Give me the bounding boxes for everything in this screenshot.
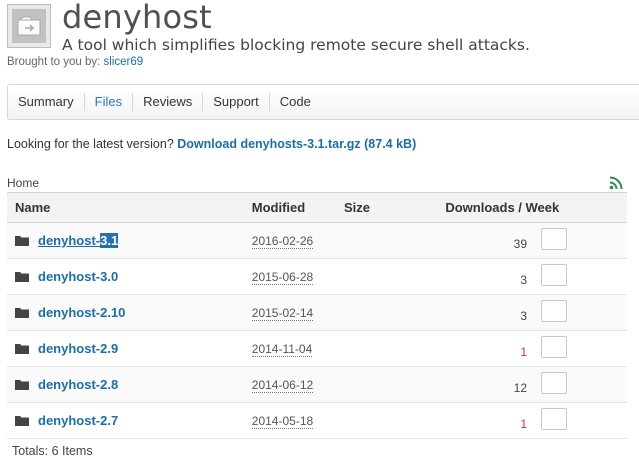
modified-date: 2014-05-18 <box>251 414 314 429</box>
folder-link[interactable]: denyhost-2.7 <box>38 413 118 428</box>
size-cell <box>343 222 446 259</box>
files-table: Name Modified Size Downloads / Week deny… <box>7 192 627 439</box>
modified-cell: 2015-02-14 <box>251 294 344 331</box>
brought-by-label: Brought to you by: <box>7 56 101 68</box>
column-header-downloads[interactable]: Downloads / Week <box>445 192 627 223</box>
folder-icon <box>15 344 29 354</box>
downloads-cell: 12 <box>445 366 627 403</box>
table-row[interactable]: denyhost-3.1 2016-02-26 39 <box>7 222 627 259</box>
downloads-cell: 1 <box>445 330 627 367</box>
downloads-sparkline-box[interactable] <box>541 408 568 430</box>
downloads-cell: 39 <box>445 222 627 259</box>
folder-name: denyhost- <box>38 233 101 248</box>
file-name-cell: denyhost-3.0 <box>7 258 252 295</box>
modified-date: 2016-02-26 <box>251 234 314 249</box>
downloads-sparkline-box[interactable] <box>541 228 568 250</box>
file-name-cell: denyhost-2.9 <box>7 330 252 367</box>
modified-cell: 2014-06-12 <box>251 366 344 403</box>
folder-link[interactable]: denyhost-2.8 <box>38 377 118 392</box>
file-name-cell: denyhost-2.7 <box>7 402 252 439</box>
column-header-modified[interactable]: Modified <box>251 192 344 223</box>
folder-icon <box>15 272 29 282</box>
tab-code[interactable]: Code <box>270 93 321 111</box>
latest-size: (87.4 kB) <box>364 137 417 151</box>
folder-icon <box>15 380 29 390</box>
breadcrumb-home[interactable]: Home <box>7 176 39 190</box>
folder-name: denyhost-2.8 <box>38 377 119 392</box>
modified-cell: 2016-02-26 <box>251 222 344 259</box>
downloads-cell: 1 <box>445 402 627 439</box>
weekly-downloads-count: 1 <box>520 345 527 359</box>
modified-date: 2014-06-12 <box>251 378 314 393</box>
tab-summary[interactable]: Summary <box>8 93 85 111</box>
table-row[interactable]: denyhost-2.7 2014-05-18 1 <box>7 402 627 439</box>
folder-icon <box>15 308 29 318</box>
brought-by: Brought to you by: slicer69 <box>7 56 143 68</box>
folder-link[interactable]: denyhost-3.1 <box>38 233 119 248</box>
folder-name: denyhost-2.10 <box>38 305 126 320</box>
modified-cell: 2014-11-04 <box>251 330 344 367</box>
size-cell <box>343 402 446 439</box>
totals-summary: Totals: 6 Items <box>12 444 93 458</box>
downloads-cell: 3 <box>445 258 627 295</box>
folder-name: denyhost-2.9 <box>38 341 119 356</box>
file-name-cell: denyhost-2.8 <box>7 366 252 403</box>
folder-icon <box>15 236 29 246</box>
table-header-row: Name Modified Size Downloads / Week <box>7 192 627 223</box>
weekly-downloads-count: 3 <box>520 309 527 323</box>
folder-name: denyhost-2.7 <box>38 413 119 428</box>
downloads-sparkline-box[interactable] <box>541 264 568 286</box>
project-tagline: A tool which simplifies blocking remote … <box>62 36 530 54</box>
project-logo <box>7 4 51 48</box>
downloads-sparkline-box[interactable] <box>541 372 568 394</box>
modified-cell: 2015-06-28 <box>251 258 344 295</box>
tab-support[interactable]: Support <box>203 93 270 111</box>
tab-files[interactable]: Files <box>85 93 134 111</box>
folder-link[interactable]: denyhost-2.10 <box>38 305 125 320</box>
size-cell <box>343 366 446 403</box>
downloads-cell: 3 <box>445 294 627 331</box>
table-row[interactable]: denyhost-2.8 2014-06-12 12 <box>7 366 627 403</box>
folder-name: denyhost-3.0 <box>38 269 119 284</box>
size-cell <box>343 258 446 295</box>
latest-version-banner: Looking for the latest version? Download… <box>7 137 416 151</box>
downloads-sparkline-box[interactable] <box>541 336 568 358</box>
latest-version-prefix: Looking for the latest version? <box>7 137 174 151</box>
modified-date: 2015-02-14 <box>251 306 314 321</box>
folder-name-selected-text: 3.1 <box>100 233 119 248</box>
folder-icon <box>15 416 29 426</box>
table-row[interactable]: denyhost-2.10 2015-02-14 3 <box>7 294 627 331</box>
modified-date: 2014-11-04 <box>251 342 313 357</box>
column-header-size[interactable]: Size <box>343 192 446 223</box>
modified-date: 2015-06-28 <box>251 270 314 285</box>
table-row[interactable]: denyhost-3.0 2015-06-28 3 <box>7 258 627 295</box>
weekly-downloads-count: 39 <box>513 237 527 251</box>
column-header-name[interactable]: Name <box>7 192 252 223</box>
weekly-downloads-count: 1 <box>520 417 527 431</box>
downloads-sparkline-box[interactable] <box>541 300 568 322</box>
folder-link[interactable]: denyhost-2.9 <box>38 341 118 356</box>
weekly-downloads-count: 3 <box>520 273 527 287</box>
download-latest-link[interactable]: Download denyhosts-3.1.tar.gz <box>177 137 360 151</box>
size-cell <box>343 294 446 331</box>
table-row[interactable]: denyhost-2.9 2014-11-04 1 <box>7 330 627 367</box>
file-name-cell: denyhost-3.1 <box>7 222 252 259</box>
tab-reviews[interactable]: Reviews <box>133 93 204 111</box>
project-tabs: Summary Files Reviews Support Code <box>7 84 639 120</box>
modified-cell: 2014-05-18 <box>251 402 344 439</box>
weekly-downloads-count: 12 <box>513 381 527 395</box>
size-cell <box>343 330 446 367</box>
file-name-cell: denyhost-2.10 <box>7 294 252 331</box>
folder-link[interactable]: denyhost-3.0 <box>38 269 118 284</box>
project-title: denyhost <box>62 0 212 36</box>
author-link[interactable]: slicer69 <box>104 56 144 68</box>
rss-feed-icon[interactable] <box>609 176 623 190</box>
project-logo-icon <box>12 9 46 43</box>
